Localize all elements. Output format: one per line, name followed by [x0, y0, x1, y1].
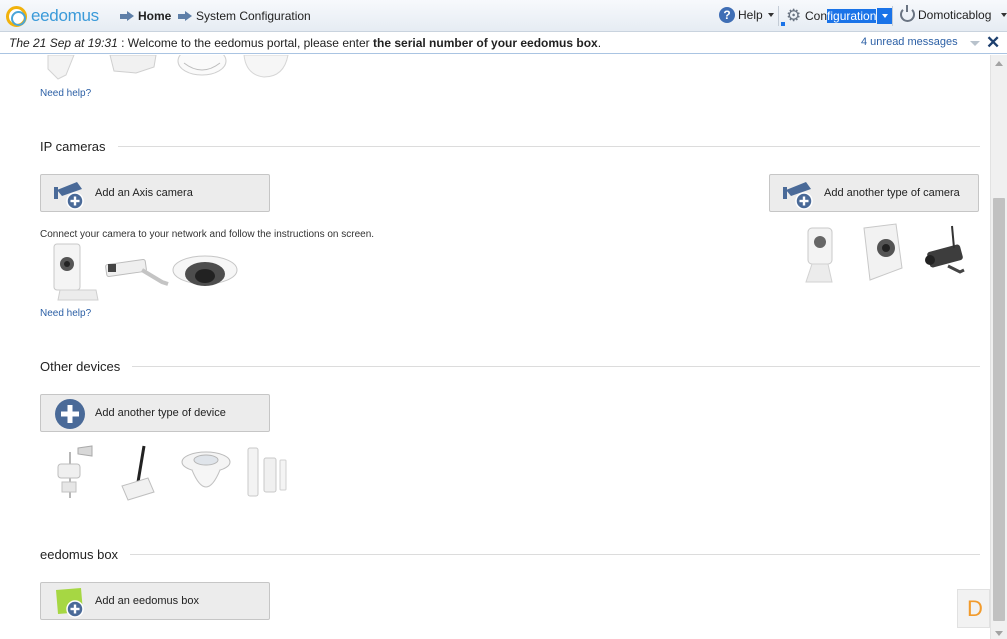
- section-title: IP cameras: [40, 139, 106, 154]
- need-help-link[interactable]: Need help?: [40, 88, 91, 99]
- message-text: The 21 Sep at 19:31 : Welcome to the eed…: [9, 36, 601, 50]
- section-title: Other devices: [40, 359, 121, 374]
- camera-add-icon: [783, 182, 813, 210]
- toolbar-divider: [778, 6, 779, 26]
- section-divider: [132, 366, 980, 367]
- toolbar-divider: [892, 6, 893, 26]
- corner-badge[interactable]: D: [957, 589, 990, 628]
- unread-messages-link[interactable]: 4 unread messages: [861, 36, 958, 48]
- logo-text: eedomus: [31, 6, 99, 25]
- eedomus-box-add-icon: [56, 588, 84, 618]
- message-emphasis: the serial number of your eedomus box: [373, 36, 598, 50]
- section-divider: [117, 146, 980, 147]
- add-other-camera-label: Add another type of camera: [824, 187, 960, 199]
- plus-circle-icon: [55, 399, 85, 429]
- help-menu-label: Help: [738, 8, 763, 22]
- need-help-link[interactable]: Need help?: [40, 308, 91, 319]
- section-eedomus-box: eedomus box: [40, 547, 980, 562]
- add-other-device-label: Add another type of device: [95, 407, 226, 419]
- section-other-devices: Other devices: [40, 359, 980, 374]
- breadcrumb-home-label: Home: [138, 9, 172, 23]
- message-bar: The 21 Sep at 19:31 : Welcome to the eed…: [0, 32, 1007, 54]
- message-suffix: .: [597, 36, 602, 50]
- add-other-device-button[interactable]: Add another type of device: [40, 394, 270, 432]
- other-camera-thumbnails: [805, 223, 965, 283]
- scrollbar-thumb[interactable]: [993, 198, 1005, 621]
- scroll-up-icon[interactable]: [995, 61, 1003, 66]
- arrow-right-icon: [178, 11, 192, 21]
- configuration-label-prefix: Con: [805, 8, 828, 23]
- help-icon: ?: [719, 7, 735, 23]
- add-eedomus-box-button[interactable]: Add an eedomus box: [40, 582, 270, 620]
- section-ip-cameras: IP cameras: [40, 139, 980, 154]
- chevron-down-icon[interactable]: [877, 7, 894, 24]
- close-icon[interactable]: ✕: [986, 33, 1000, 53]
- section-title: eedomus box: [40, 547, 119, 562]
- breadcrumb-home[interactable]: Home: [120, 9, 171, 23]
- breadcrumb-system-configuration[interactable]: System Configuration: [178, 9, 311, 23]
- user-menu[interactable]: Domoticablog: [900, 5, 1007, 22]
- help-menu[interactable]: ? Help: [719, 7, 774, 23]
- chevron-down-icon: [767, 13, 774, 17]
- gear-icon: ⚙: [786, 6, 802, 25]
- arrow-right-icon: [120, 11, 134, 21]
- axis-camera-thumbnails: [53, 243, 238, 301]
- message-body: : Welcome to the eedomus portal, please …: [117, 36, 374, 50]
- add-axis-camera-button[interactable]: Add an Axis camera: [40, 174, 270, 212]
- add-eedomus-box-label: Add an eedomus box: [95, 595, 199, 607]
- user-menu-label: Domoticablog: [918, 7, 992, 22]
- camera-add-icon: [54, 182, 84, 210]
- vertical-scrollbar[interactable]: [990, 55, 1007, 639]
- corner-badge-letter: D: [967, 596, 983, 621]
- add-other-camera-button[interactable]: Add another type of camera: [769, 174, 979, 212]
- logo-icon: [6, 5, 27, 27]
- top-bar: eedomus Home System Configuration ? Help…: [0, 0, 1007, 32]
- message-date: The 21 Sep at 19:31: [9, 36, 118, 50]
- eedomus-logo[interactable]: eedomus: [6, 5, 99, 27]
- scroll-down-icon[interactable]: [995, 631, 1003, 636]
- power-icon: [900, 5, 915, 22]
- device-thumbnails: [57, 445, 287, 501]
- section-divider: [130, 554, 980, 555]
- camera-instructions: Connect your camera to your network and …: [40, 229, 375, 240]
- add-axis-camera-label: Add an Axis camera: [95, 187, 193, 199]
- chevron-down-icon[interactable]: [970, 41, 980, 46]
- chevron-down-icon: [1001, 12, 1007, 17]
- selection-marker: [781, 22, 785, 26]
- breadcrumb-system-configuration-label: System Configuration: [196, 9, 311, 23]
- configuration-label-selected: figuration: [827, 8, 877, 23]
- device-thumbnails-partial: [47, 55, 289, 80]
- configuration-menu[interactable]: ⚙ Con figuration: [786, 6, 894, 25]
